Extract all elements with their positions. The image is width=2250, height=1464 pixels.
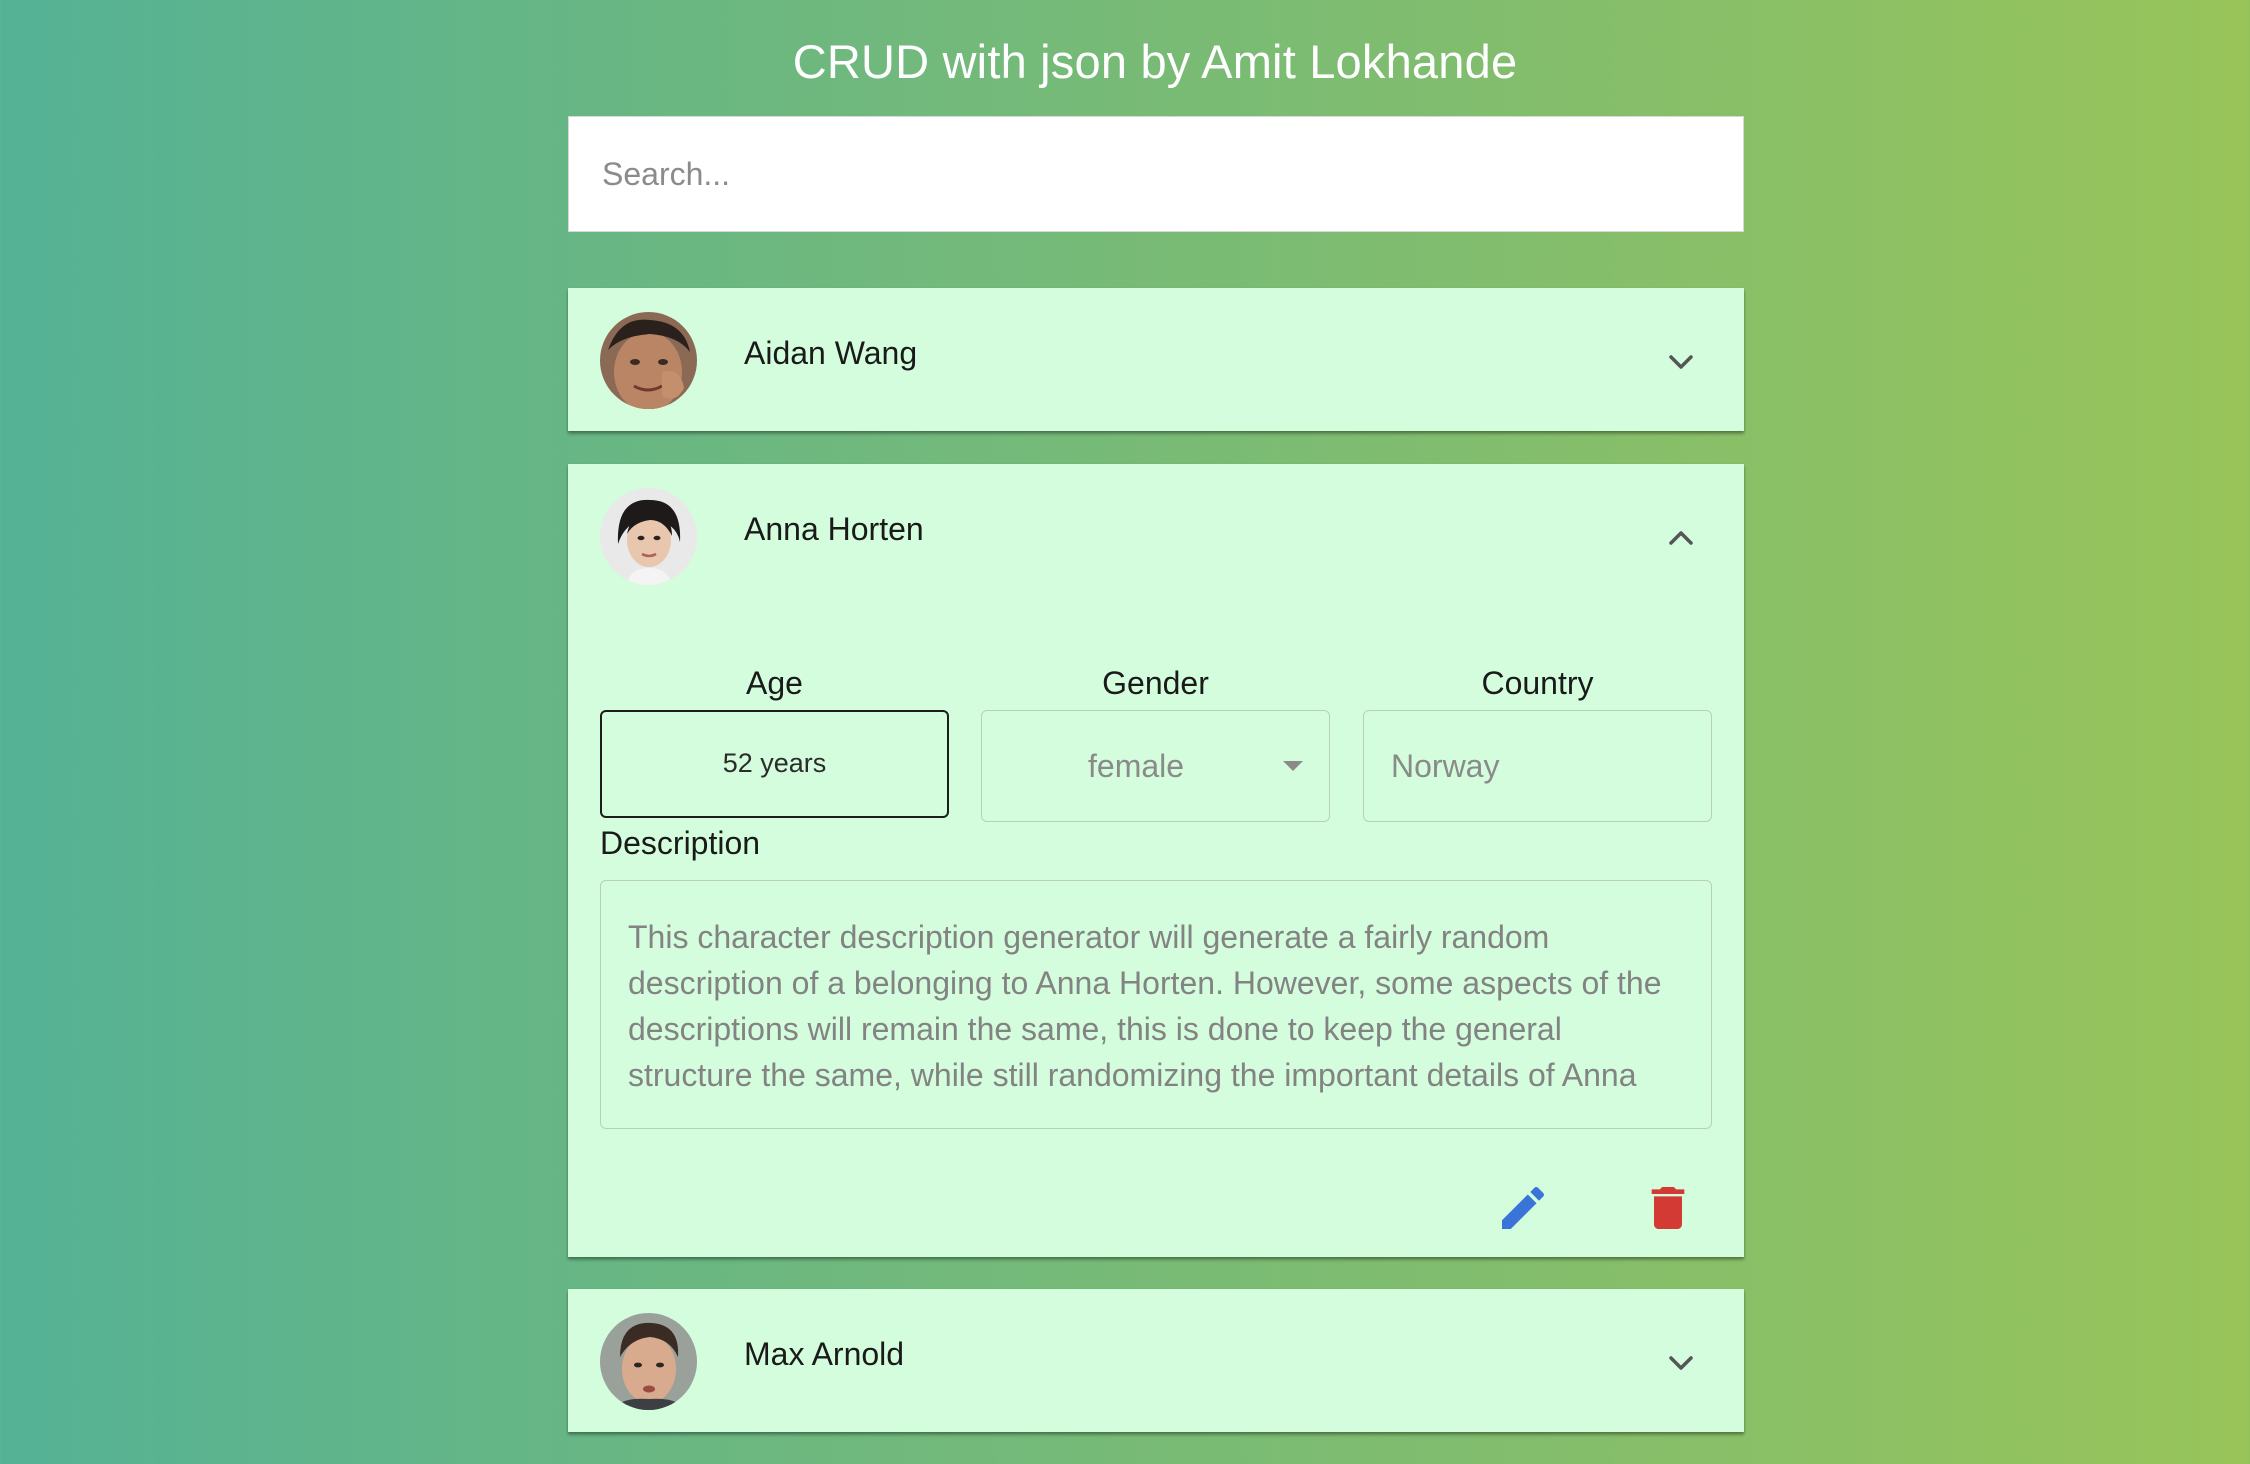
edit-button[interactable] [1495,1180,1551,1236]
chevron-down-icon[interactable] [1661,342,1701,382]
page-title: CRUD with json by Amit Lokhande [792,35,1518,88]
person-name: Anna Horten [744,511,924,547]
gender-label: Gender [1102,665,1209,701]
search-input[interactable] [569,117,1743,231]
person-card-header[interactable]: Max Arnold [568,1289,1744,1434]
avatar [600,488,697,585]
person-name: Max Arnold [744,1336,905,1372]
country-field: Country Norway [1363,659,1712,822]
avatar [600,312,697,409]
avatar [600,1313,697,1410]
person-fields: Age 52 years Gender female Country Norwa… [600,659,1712,822]
age-field: Age 52 years [600,659,949,818]
gender-field: Gender female [981,659,1330,822]
chevron-down-icon[interactable] [1661,1343,1701,1383]
country-label: Country [1481,665,1594,701]
caret-down-icon [1283,761,1303,771]
person-card-aidan-wang: Aidan Wang [568,288,1744,431]
gender-select[interactable]: female [981,710,1330,822]
person-card-header[interactable]: Anna Horten [568,464,1744,609]
description-textarea[interactable]: This character description generator wil… [600,880,1712,1129]
person-name: Aidan Wang [744,335,918,371]
delete-button[interactable] [1640,1180,1696,1236]
search-box [568,116,1744,232]
trash-icon [1651,1187,1685,1229]
pencil-icon [1502,1186,1545,1229]
age-label: Age [746,665,803,701]
gender-value: female [1088,748,1185,784]
person-card-anna-horten: Anna Horten Age 52 years Gender female C… [568,464,1744,1257]
country-input[interactable]: Norway [1363,710,1712,822]
person-card-header[interactable]: Aidan Wang [568,288,1744,433]
age-value[interactable]: 52 years [600,710,949,818]
chevron-up-icon[interactable] [1661,518,1701,558]
description-label: Description [600,825,761,861]
person-card-max-arnold: Max Arnold [568,1289,1744,1432]
